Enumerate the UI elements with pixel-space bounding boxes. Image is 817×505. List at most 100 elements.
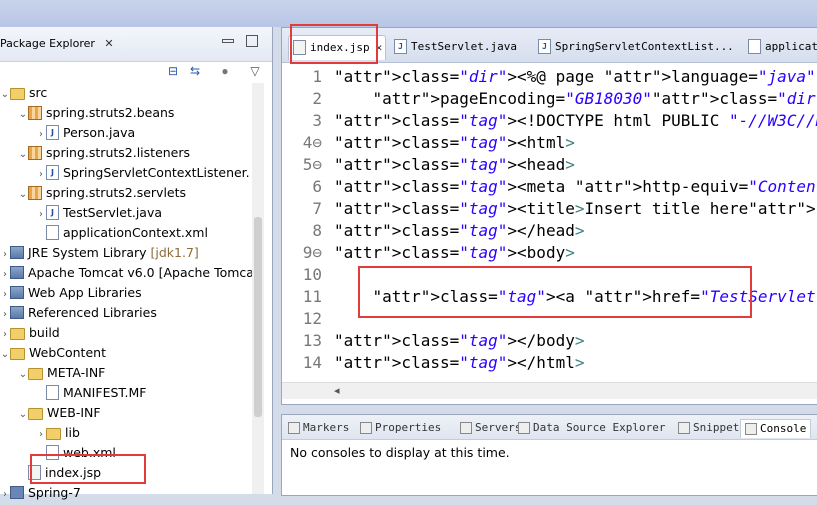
- tree-item-label: Web App Libraries: [28, 285, 142, 300]
- tree-item-label: JRE System Library: [28, 245, 147, 260]
- expand-arrow-icon[interactable]: ⌄: [18, 405, 28, 425]
- editor-area: index.jsp ✕ J TestServlet.java J SpringServ…: [281, 24, 817, 405]
- code-line[interactable]: "attr">class="tag"><title>Insert title h…: [334, 198, 817, 220]
- console-tabbar: Markers Properties Servers Data Source Expl…: [282, 415, 817, 440]
- tree-item[interactable]: › Web App Libraries: [0, 283, 142, 303]
- tree-item[interactable]: › J SpringServletContextListener.: [36, 163, 250, 183]
- code-line[interactable]: "attr">class="tag"><head>: [334, 154, 575, 176]
- tab-markers[interactable]: Markers: [288, 419, 349, 437]
- expand-arrow-icon[interactable]: ⌄: [0, 85, 10, 105]
- tree-item[interactable]: ⌄ META-INF: [18, 363, 106, 385]
- xml-file-icon: [46, 225, 59, 240]
- tree-item[interactable]: › lib: [36, 423, 80, 443]
- code-line[interactable]: "attr">class="tag"><!DOCTYPE html PUBLIC…: [334, 110, 817, 132]
- tree-item-suffix: [jdk1.7]: [146, 245, 199, 260]
- tree-item[interactable]: MANIFEST.MF: [36, 383, 147, 403]
- expand-arrow-icon[interactable]: ⌄: [18, 105, 28, 125]
- console-message: No consoles to display at this time.: [290, 445, 510, 460]
- expand-arrow-icon[interactable]: ⌄: [18, 145, 28, 165]
- folder-icon: [10, 347, 25, 360]
- view-menu-icon[interactable]: ▽: [248, 65, 262, 77]
- tree-item[interactable]: ⌄ WebContent: [0, 343, 106, 363]
- code-line[interactable]: "attr">class="tag"><html>: [334, 132, 575, 154]
- package-explorer-tab-label: Package Explorer: [0, 37, 95, 50]
- line-number: 8: [312, 221, 322, 240]
- tree-item[interactable]: › Referenced Libraries: [0, 303, 157, 323]
- line-number-gutter: 1 2 3 4⊖ 5⊖ 6 7 8 9⊖ 10 11 12 13 14: [282, 62, 330, 382]
- tab-snippets[interactable]: Snippets: [678, 419, 746, 437]
- code-line[interactable]: "attr">class="tag"></body>: [334, 330, 584, 352]
- editor-horizontal-scrollbar[interactable]: ◂: [282, 382, 817, 399]
- tab-springservletcontextlistener[interactable]: J SpringServletContextList...: [534, 35, 734, 59]
- tree-item-label: spring.struts2.beans: [46, 105, 175, 120]
- code-line[interactable]: "attr">class="tag"><meta "attr">http-equ…: [334, 176, 817, 198]
- folder-icon: [10, 327, 25, 340]
- tree-item-label: lib: [65, 425, 80, 440]
- properties-icon: [360, 422, 372, 434]
- focus-icon[interactable]: ●: [218, 65, 232, 77]
- data-source-explorer-icon: [518, 422, 530, 434]
- code-line[interactable]: "attr">class="tag"></html>: [334, 352, 584, 374]
- line-number: 13: [302, 331, 322, 350]
- tree-item-label: Referenced Libraries: [28, 305, 157, 320]
- line-number: 9⊖: [302, 243, 322, 262]
- tree-item[interactable]: ⌄ spring.struts2.beans: [18, 103, 175, 125]
- scroll-left-icon[interactable]: ◂: [334, 384, 340, 397]
- tab-data-source-explorer[interactable]: Data Source Explorer: [518, 419, 665, 437]
- expand-arrow-icon[interactable]: ›: [36, 205, 46, 225]
- tab-properties[interactable]: Properties: [360, 419, 441, 437]
- close-icon[interactable]: ✕: [104, 37, 113, 50]
- line-number: 10: [302, 265, 322, 284]
- tree-item[interactable]: › build: [0, 323, 60, 343]
- maximize-icon[interactable]: [246, 35, 258, 47]
- java-file-icon: J: [46, 165, 59, 180]
- tab-servers[interactable]: Servers: [460, 419, 521, 437]
- collapse-all-icon[interactable]: ⊟: [166, 65, 180, 77]
- package-explorer-toolbar: ⊟ ⇆ ● ▽: [0, 61, 272, 83]
- expand-arrow-icon[interactable]: ⌄: [0, 345, 10, 365]
- highlight-anchor-line: [358, 266, 752, 318]
- code-editor[interactable]: "attr">class="dir"><%@ page "attr">langu…: [334, 62, 817, 382]
- tree-item[interactable]: ⌄ spring.struts2.servlets: [18, 183, 186, 203]
- tree-item[interactable]: › J TestServlet.java: [36, 203, 162, 223]
- tree-item[interactable]: ⌄ spring.struts2.listeners: [18, 143, 190, 163]
- tree-item[interactable]: applicationContext.xml: [36, 223, 208, 243]
- expand-arrow-icon[interactable]: ›: [0, 245, 10, 265]
- console-tab-label: Console: [760, 422, 807, 435]
- code-line[interactable]: "attr">class="tag"><body>: [334, 242, 575, 264]
- expand-arrow-icon[interactable]: ›: [36, 165, 46, 185]
- minimize-icon[interactable]: [222, 39, 234, 43]
- tree-item[interactable]: › J Person.java: [36, 123, 135, 143]
- package-icon: [28, 105, 42, 120]
- expand-arrow-icon[interactable]: ⌄: [18, 185, 28, 205]
- library-icon: [10, 266, 24, 279]
- expand-arrow-icon[interactable]: ›: [0, 325, 10, 345]
- expand-arrow-icon[interactable]: ⌄: [18, 365, 28, 385]
- tree-item-label: Apache Tomcat v6.0 [Apache Tomca: [28, 265, 254, 280]
- expand-arrow-icon[interactable]: ›: [0, 305, 10, 325]
- tab-console[interactable]: Console: [740, 419, 812, 438]
- folder-icon: [46, 427, 61, 440]
- expand-arrow-icon[interactable]: ›: [36, 125, 46, 145]
- xml-file-icon: [748, 38, 761, 54]
- code-line[interactable]: "attr">class="dir"><%@ page "attr">langu…: [334, 66, 817, 88]
- code-line[interactable]: "attr">pageEncoding="GB18030""attr">clas…: [334, 88, 817, 110]
- expand-arrow-icon[interactable]: ›: [0, 265, 10, 285]
- tree-item[interactable]: ⌄ WEB-INF: [18, 403, 101, 423]
- tree-item[interactable]: ⌄ src: [0, 83, 47, 103]
- code-line[interactable]: "attr">class="tag"></head>: [334, 220, 584, 242]
- expand-arrow-icon[interactable]: ›: [0, 285, 10, 305]
- tree-item-label: applicationContext.xml: [63, 225, 208, 240]
- folder-icon: [28, 367, 43, 380]
- tab-applicationcontext[interactable]: applicatio: [744, 35, 817, 59]
- link-with-editor-icon[interactable]: ⇆: [188, 65, 202, 77]
- scrollbar-thumb[interactable]: [254, 217, 262, 417]
- tree-item[interactable]: › Apache Tomcat v6.0 [Apache Tomca: [0, 263, 254, 283]
- tree-item-label: spring.struts2.listeners: [46, 145, 191, 160]
- tab-testservlet-java[interactable]: J TestServlet.java: [390, 35, 517, 59]
- expand-arrow-icon[interactable]: ›: [0, 485, 10, 505]
- tree-item[interactable]: › Spring-7: [0, 483, 81, 503]
- tree-item[interactable]: › JRE System Library [jdk1.7]: [0, 243, 199, 263]
- package-explorer-tab[interactable]: Package Explorer ✕: [0, 32, 118, 56]
- expand-arrow-icon[interactable]: ›: [36, 425, 46, 445]
